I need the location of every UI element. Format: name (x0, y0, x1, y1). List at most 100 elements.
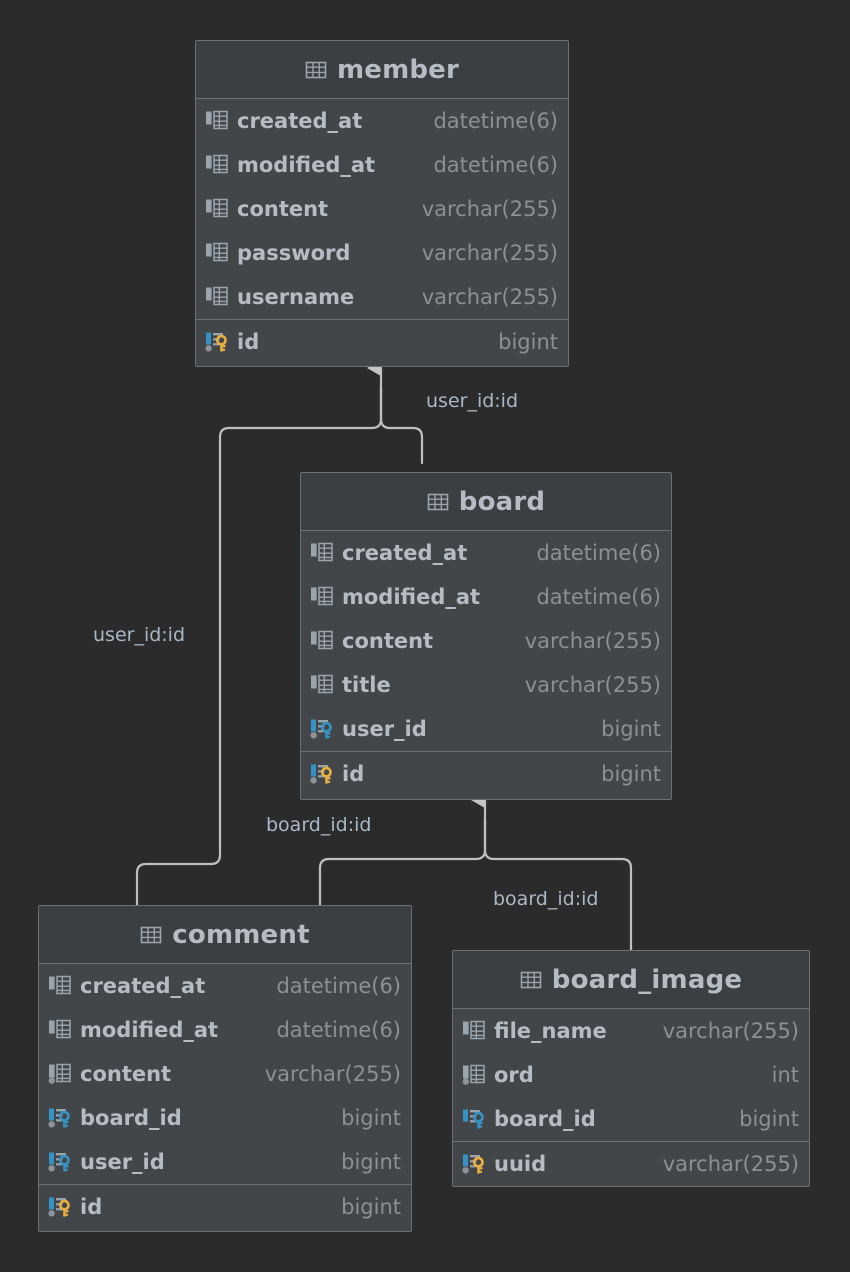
column-type: bigint (601, 761, 661, 786)
column-name: username (237, 285, 355, 309)
table-member[interactable]: member created_at datetime(6) modified_at da… (195, 40, 569, 367)
table-header-board[interactable]: board (301, 473, 671, 531)
primary-key-icon (310, 764, 332, 784)
column-row-comment-id[interactable]: id bigint (39, 1184, 411, 1228)
column-row-comment-modified_at[interactable]: modified_at datetime(6) (39, 1008, 411, 1052)
column-name: password (237, 241, 351, 265)
column-icon (206, 198, 228, 218)
column-row-member-id[interactable]: id bigint (196, 319, 568, 363)
column-type: datetime(6) (536, 541, 661, 565)
column-type: bigint (341, 1106, 401, 1130)
column-row-board_image-file_name[interactable]: file_name varchar(255) (453, 1009, 809, 1053)
table-header-member[interactable]: member (196, 41, 568, 99)
column-name: id (80, 1194, 103, 1219)
foreign-key-icon (463, 1109, 484, 1129)
column-type: varchar(255) (264, 1062, 401, 1086)
table-board_image[interactable]: board_image file_name varchar(255) ord int bo… (452, 950, 810, 1187)
column-name: modified_at (342, 585, 481, 609)
column-type: bigint (739, 1107, 799, 1131)
column-row-board-user_id[interactable]: user_id bigint (301, 707, 671, 751)
relationship-label-boardimage-board: board_id:id (493, 888, 599, 910)
column-icon (206, 110, 228, 130)
column-icon (462, 1064, 485, 1085)
column-type: datetime(6) (433, 109, 558, 133)
table-columns-comment: created_at datetime(6) modified_at datetime… (39, 964, 411, 1228)
column-icon (49, 975, 71, 995)
primary-key-icon (205, 332, 227, 352)
primary-key-icon (48, 1197, 70, 1217)
column-name: content (342, 629, 434, 653)
column-type: varchar(255) (662, 1019, 799, 1043)
table-columns-board_image: file_name varchar(255) ord int board_id bigin… (453, 1009, 809, 1185)
column-type: datetime(6) (276, 974, 401, 998)
column-row-member-username[interactable]: username varchar(255) (196, 275, 568, 319)
column-type: varchar(255) (421, 197, 558, 221)
column-icon (311, 542, 333, 562)
relationship-label-board-user: user_id:id (426, 390, 519, 412)
column-name: board_id (494, 1107, 596, 1131)
column-type: varchar(255) (662, 1151, 799, 1176)
column-type: datetime(6) (433, 153, 558, 177)
column-name: ord (494, 1063, 534, 1087)
column-row-board-modified_at[interactable]: modified_at datetime(6) (301, 575, 671, 619)
column-row-member-created_at[interactable]: created_at datetime(6) (196, 99, 568, 143)
column-name: created_at (342, 541, 468, 565)
column-row-board_image-uuid[interactable]: uuid varchar(255) (453, 1141, 809, 1185)
column-type: bigint (341, 1194, 401, 1219)
column-icon (206, 154, 228, 174)
column-row-board-title[interactable]: title varchar(255) (301, 663, 671, 707)
column-type: datetime(6) (276, 1018, 401, 1042)
column-icon (49, 1019, 71, 1039)
column-name: id (237, 329, 260, 354)
table-title-board: board (458, 486, 546, 517)
column-row-board-created_at[interactable]: created_at datetime(6) (301, 531, 671, 575)
table-title-board_image: board_image (551, 964, 743, 995)
column-row-comment-user_id[interactable]: user_id bigint (39, 1140, 411, 1184)
table-header-board_image[interactable]: board_image (453, 951, 809, 1009)
column-row-comment-board_id[interactable]: board_id bigint (39, 1096, 411, 1140)
column-row-board_image-board_id[interactable]: board_id bigint (453, 1097, 809, 1141)
er-diagram-canvas[interactable]: user_id:id user_id:id board_id:id board_… (0, 0, 850, 1272)
column-type: varchar(255) (524, 629, 661, 653)
edge-boardimage-board-id (483, 818, 633, 952)
column-name: user_id (80, 1150, 165, 1174)
column-row-board-content[interactable]: content varchar(255) (301, 619, 671, 663)
column-row-board-id[interactable]: id bigint (301, 751, 671, 795)
column-type: bigint (601, 717, 661, 741)
column-name: created_at (237, 109, 363, 133)
column-icon (206, 286, 228, 306)
relationship-label-comment-user: user_id:id (93, 624, 186, 646)
table-header-comment[interactable]: comment (39, 906, 411, 964)
table-board[interactable]: board created_at datetime(6) modified_at dat… (300, 472, 672, 800)
column-icon (463, 1020, 485, 1040)
column-row-member-password[interactable]: password varchar(255) (196, 231, 568, 275)
column-row-member-content[interactable]: content varchar(255) (196, 187, 568, 231)
column-name: title (342, 673, 391, 697)
foreign-key-icon (48, 1152, 70, 1172)
column-icon (311, 586, 333, 606)
column-row-member-modified_at[interactable]: modified_at datetime(6) (196, 143, 568, 187)
column-name: board_id (80, 1106, 182, 1130)
table-title-member: member (336, 54, 460, 85)
column-name: content (237, 197, 329, 221)
column-name: modified_at (237, 153, 376, 177)
column-name: file_name (494, 1019, 607, 1043)
table-icon (140, 926, 162, 943)
column-name: created_at (80, 974, 206, 998)
column-icon (48, 1063, 71, 1084)
column-name: uuid (494, 1151, 547, 1176)
table-icon (427, 493, 449, 510)
foreign-key-icon (48, 1108, 70, 1128)
column-row-board_image-ord[interactable]: ord int (453, 1053, 809, 1097)
column-row-comment-created_at[interactable]: created_at datetime(6) (39, 964, 411, 1008)
column-name: user_id (342, 717, 427, 741)
table-icon (520, 971, 542, 988)
table-columns-member: created_at datetime(6) modified_at datetime… (196, 99, 568, 363)
column-row-comment-content[interactable]: content varchar(255) (39, 1052, 411, 1096)
column-icon (311, 674, 333, 694)
column-type: bigint (341, 1150, 401, 1174)
relationship-label-comment-board: board_id:id (266, 814, 372, 836)
column-type: int (771, 1063, 799, 1087)
column-name: content (80, 1062, 172, 1086)
table-comment[interactable]: comment created_at datetime(6) modified_at d… (38, 905, 412, 1232)
